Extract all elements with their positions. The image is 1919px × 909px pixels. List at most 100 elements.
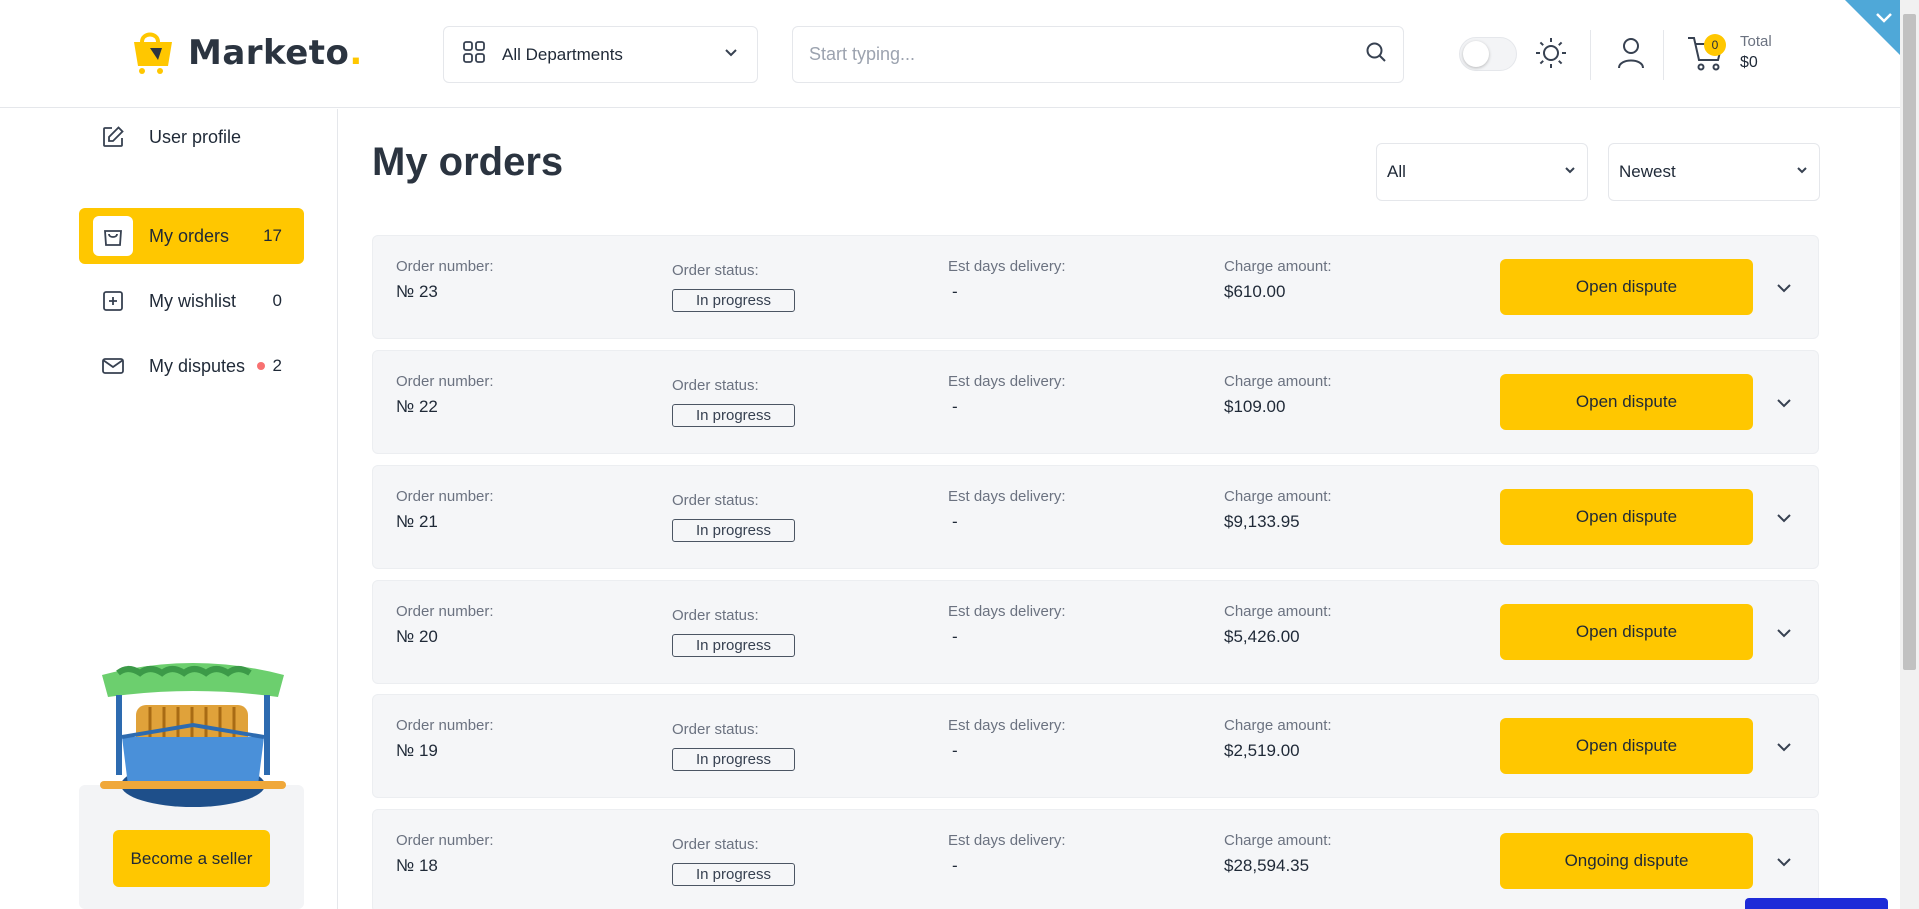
est-delivery-value: - — [952, 856, 958, 875]
notification-dot — [256, 362, 265, 370]
dispute-button[interactable]: Open dispute — [1500, 259, 1753, 315]
order-status-label: Order status: — [672, 262, 759, 279]
dispute-button[interactable]: Open dispute — [1500, 374, 1753, 430]
sidebar-item-my-orders[interactable]: My orders 17 — [79, 208, 304, 264]
est-delivery-value: - — [952, 397, 958, 416]
est-delivery-label: Est days delivery: — [948, 832, 1066, 849]
chevron-down-icon[interactable] — [1775, 279, 1793, 302]
order-card: Order number: № 21 Order status: In progres… — [372, 465, 1819, 569]
status-badge: In progress — [672, 404, 795, 427]
est-delivery-label: Est days delivery: — [948, 373, 1066, 390]
order-number-label: Order number: — [396, 373, 494, 390]
status-badge: In progress — [672, 748, 795, 771]
order-status-label: Order status: — [672, 377, 759, 394]
grid-icon — [462, 40, 486, 69]
bag-icon — [93, 216, 133, 256]
sidebar-item-my-wishlist[interactable]: My wishlist 0 — [79, 273, 304, 329]
chevron-down-icon — [1795, 162, 1809, 182]
dispute-button[interactable]: Open dispute — [1500, 604, 1753, 660]
order-card: Order number: № 22 Order status: In progres… — [372, 350, 1819, 454]
chat-widget-tab[interactable] — [1745, 898, 1888, 909]
order-number-label: Order number: — [396, 258, 494, 275]
order-status-label: Order status: — [672, 607, 759, 624]
divider — [1663, 30, 1664, 80]
order-status-label: Order status: — [672, 492, 759, 509]
charge-amount-label: Charge amount: — [1224, 373, 1332, 390]
departments-label: All Departments — [502, 44, 623, 64]
logo-text: Marketo. — [188, 32, 363, 73]
order-card: Order number: № 20 Order status: In progres… — [372, 580, 1819, 684]
chevron-down-icon — [1563, 162, 1577, 182]
charge-amount-value: $109.00 — [1224, 397, 1286, 416]
sidebar-item-count: 17 — [263, 226, 282, 245]
sort-value: Newest — [1619, 162, 1676, 181]
chevron-down-icon[interactable] — [1775, 738, 1793, 761]
order-card: Order number: № 18 Order status: In progres… — [372, 809, 1819, 909]
scrollbar[interactable] — [1900, 0, 1919, 909]
order-number-value: № 23 — [396, 282, 438, 301]
est-delivery-label: Est days delivery: — [948, 717, 1066, 734]
status-badge: In progress — [672, 289, 795, 312]
toggle-knob — [1463, 41, 1489, 67]
order-number-label: Order number: — [396, 603, 494, 620]
est-delivery-label: Est days delivery: — [948, 488, 1066, 505]
order-number-value: № 22 — [396, 397, 438, 416]
chevron-down-icon[interactable] — [1775, 853, 1793, 876]
market-stall-illustration — [98, 655, 288, 820]
divider — [1590, 30, 1591, 80]
charge-amount-value: $2,519.00 — [1224, 741, 1300, 760]
departments-dropdown[interactable]: All Departments — [443, 26, 758, 83]
sidebar-item-count: 0 — [272, 291, 282, 310]
edit-icon — [93, 117, 133, 157]
become-seller-button[interactable]: Become a seller — [113, 830, 270, 887]
charge-amount-value: $9,133.95 — [1224, 512, 1300, 531]
dispute-button[interactable]: Open dispute — [1500, 718, 1753, 774]
user-icon[interactable] — [1616, 36, 1646, 75]
sort-select[interactable]: Newest — [1608, 143, 1820, 201]
order-number-value: № 21 — [396, 512, 438, 531]
charge-amount-label: Charge amount: — [1224, 832, 1332, 849]
order-number-label: Order number: — [396, 717, 494, 734]
corner-ribbon-chevron-icon[interactable] — [1845, 0, 1900, 55]
status-filter-select[interactable]: All — [1376, 143, 1588, 201]
mail-icon — [93, 346, 133, 386]
dispute-button[interactable]: Ongoing dispute — [1500, 833, 1753, 889]
search-icon[interactable] — [1365, 41, 1387, 68]
order-card: Order number: № 19 Order status: In progres… — [372, 694, 1819, 798]
charge-amount-value: $28,594.35 — [1224, 856, 1310, 875]
sidebar-item-user-profile[interactable]: User profile — [79, 109, 304, 165]
est-delivery-value: - — [952, 627, 958, 646]
cart-total-value: $0 — [1740, 54, 1758, 71]
search-input[interactable] — [809, 44, 1365, 65]
scrollbar-thumb[interactable] — [1903, 14, 1916, 670]
sidebar-item-my-disputes[interactable]: My disputes 2 — [79, 338, 304, 394]
order-number-label: Order number: — [396, 488, 494, 505]
chevron-down-icon[interactable] — [1775, 509, 1793, 532]
header: Marketo. All Departments Start typing...… — [0, 0, 1900, 108]
status-badge: In progress — [672, 863, 795, 886]
order-card: Order number: № 23 Order status: In progres… — [372, 235, 1819, 339]
theme-toggle[interactable] — [1459, 37, 1517, 71]
order-status-label: Order status: — [672, 721, 759, 738]
status-filter-value: All — [1387, 162, 1406, 181]
order-number-value: № 20 — [396, 627, 438, 646]
sidebar-item-count: 2 — [256, 356, 282, 376]
order-number-value: № 19 — [396, 741, 438, 760]
est-delivery-value: - — [952, 282, 958, 301]
page-title: My orders — [372, 140, 564, 184]
status-badge: In progress — [672, 519, 795, 542]
chevron-down-icon — [723, 44, 739, 65]
dispute-button[interactable]: Open dispute — [1500, 489, 1753, 545]
charge-amount-value: $610.00 — [1224, 282, 1286, 301]
est-delivery-value: - — [952, 512, 958, 531]
chevron-down-icon[interactable] — [1775, 394, 1793, 417]
status-badge: In progress — [672, 634, 795, 657]
cart-total-label: Total — [1740, 33, 1772, 50]
logo[interactable]: Marketo. — [128, 24, 363, 81]
charge-amount-label: Charge amount: — [1224, 717, 1332, 734]
sun-icon[interactable] — [1534, 36, 1568, 75]
cart-count-badge: 0 — [1704, 34, 1726, 56]
sidebar-item-label: My wishlist — [149, 290, 237, 311]
charge-amount-value: $5,426.00 — [1224, 627, 1300, 646]
chevron-down-icon[interactable] — [1775, 624, 1793, 647]
